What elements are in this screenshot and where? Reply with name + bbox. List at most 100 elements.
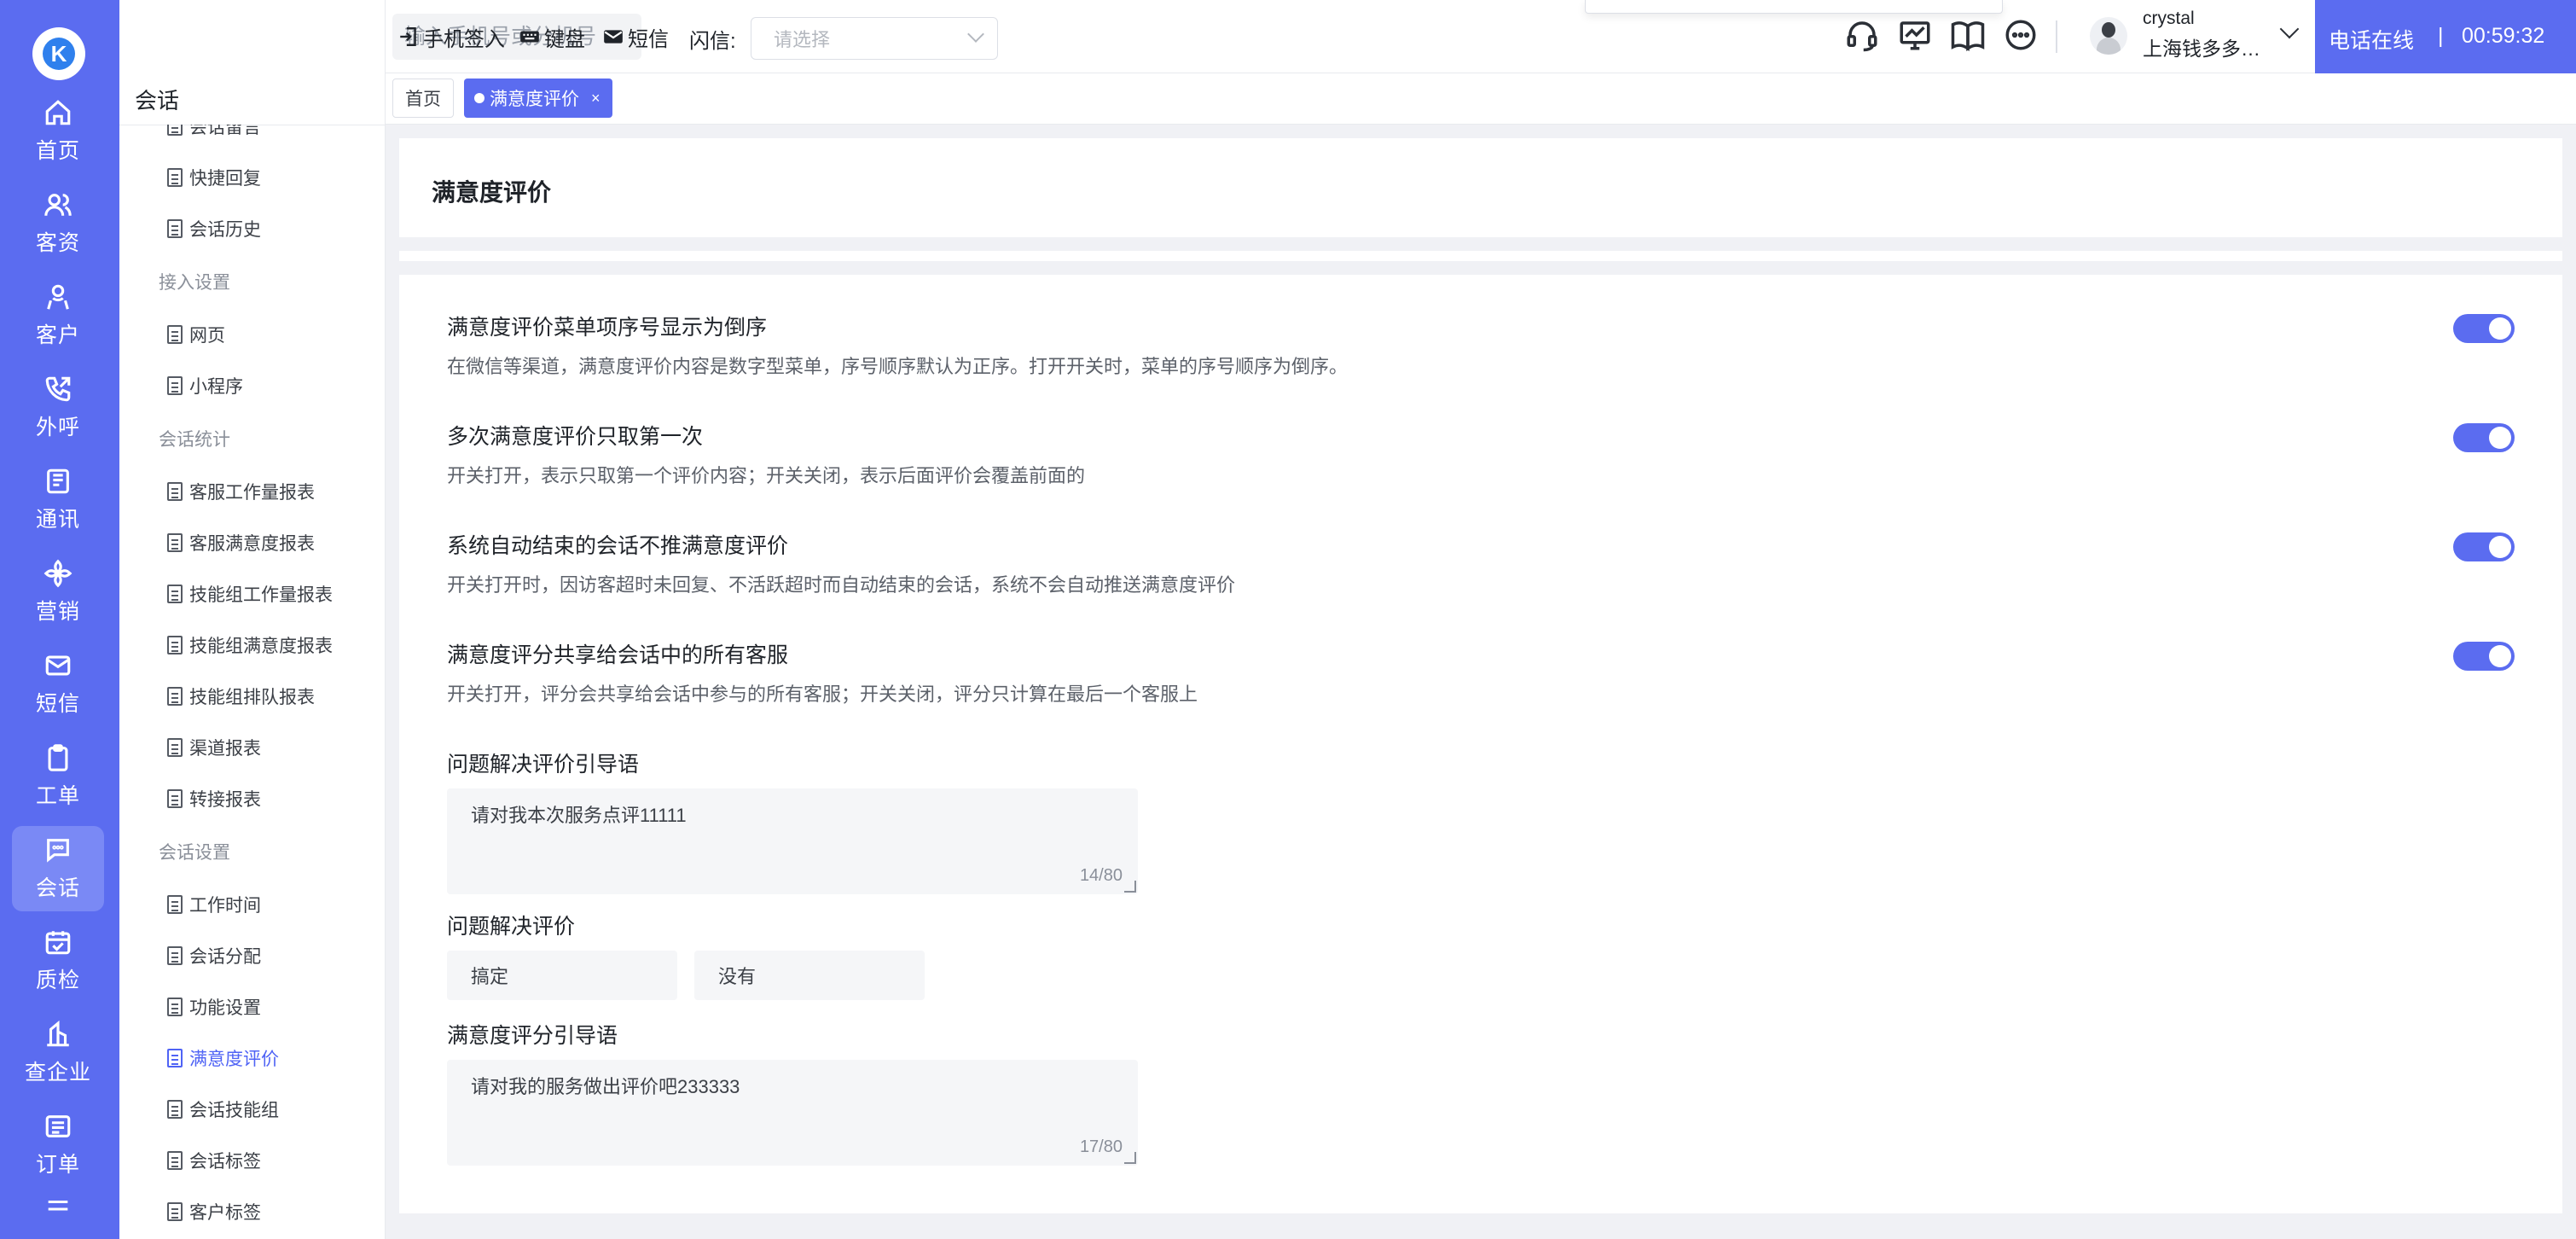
building-icon	[47, 1020, 69, 1047]
tree-item[interactable]: 技能组工作量报表	[119, 568, 385, 620]
monitor-chart-icon[interactable]	[1897, 17, 1933, 53]
rail-item-contacts[interactable]: 通讯	[12, 457, 104, 543]
tree-item-label: 客服工作量报表	[189, 483, 315, 503]
document-icon	[167, 946, 183, 965]
rail-item-label: 工单	[35, 784, 80, 808]
document-icon	[167, 125, 183, 136]
chat-bubble-icon[interactable]	[2003, 17, 2039, 53]
rail-item-label: 查企业	[24, 1061, 91, 1085]
tree-item[interactable]: 技能组排队报表	[119, 671, 385, 722]
phone-checkin-button[interactable]: 手机签入	[397, 20, 505, 53]
tree-item[interactable]: 功能设置	[119, 981, 385, 1032]
tree-item-satisfaction[interactable]: 满意度评价	[119, 1032, 385, 1084]
tab-home[interactable]: 首页	[392, 79, 454, 118]
call-status-toggle[interactable]: 电话在线	[2329, 24, 2414, 55]
contacts-icon	[47, 468, 69, 494]
tree-item[interactable]: 网页	[119, 309, 385, 360]
tree-item[interactable]: 转接报表	[119, 773, 385, 824]
document-icon	[167, 687, 183, 706]
tree-item[interactable]: 渠道报表	[119, 722, 385, 773]
resolve-option-no[interactable]: 没有	[694, 951, 925, 1000]
resize-handle-icon[interactable]	[1124, 1152, 1136, 1164]
list-icon	[45, 1115, 71, 1137]
tree-item-label: 技能组排队报表	[189, 688, 315, 707]
tree-item-label: 满意度评价	[189, 1050, 279, 1069]
tab-satisfaction[interactable]: 满意度评价 ×	[464, 79, 612, 118]
rail-item-outbound[interactable]: 外呼	[12, 365, 104, 451]
dropdown-popover	[1585, 0, 2003, 14]
tree-item[interactable]: 客服满意度报表	[119, 517, 385, 568]
reverse-order-toggle[interactable]	[2453, 314, 2515, 343]
tree-item[interactable]: 快捷回复	[119, 152, 385, 203]
document-icon	[167, 219, 183, 238]
tree-item[interactable]: 会话标签	[119, 1135, 385, 1186]
rail-item-label: 首页	[35, 139, 80, 163]
document-icon	[167, 895, 183, 914]
rail-item-home[interactable]: 首页	[12, 89, 104, 174]
chevron-down-icon	[967, 26, 984, 43]
tree-item[interactable]: 会话分配	[119, 930, 385, 981]
book-icon[interactable]	[1950, 17, 1986, 53]
resize-handle-icon[interactable]	[1124, 881, 1136, 893]
tree-item[interactable]: 客服工作量报表	[119, 466, 385, 517]
resolve-prompt-textarea[interactable]: 请对我本次服务点评11111	[447, 788, 1138, 894]
close-icon[interactable]: ×	[591, 90, 600, 108]
settings-card: 满意度评价菜单项序号显示为倒序 在微信等渠道，满意度评价内容是数字型菜单，序号顺…	[399, 275, 2562, 1213]
chevron-down-icon[interactable]	[2279, 19, 2300, 39]
toggle-knob	[2489, 427, 2511, 449]
rail-item-customers[interactable]: 客户	[12, 273, 104, 358]
tree-item[interactable]: 客户标签	[119, 1186, 385, 1237]
auto-end-no-push-toggle[interactable]	[2453, 532, 2515, 561]
sms-button[interactable]: 短信	[602, 20, 669, 53]
rail-item-orders[interactable]: 订单	[12, 1102, 104, 1188]
headset-icon[interactable]	[1844, 17, 1880, 53]
more-icon	[48, 1200, 68, 1211]
tree-item[interactable]: 工作时间	[119, 879, 385, 930]
tree-item-label: 会话分配	[189, 947, 261, 967]
tree-item[interactable]: 会话留言	[119, 125, 385, 152]
rail-item-qa[interactable]: 质检	[12, 918, 104, 1003]
rail-item-marketing[interactable]: 营销	[12, 550, 104, 635]
tree-item-label: 会话留言	[189, 125, 261, 137]
avatar-body	[2097, 38, 2121, 55]
flash-select[interactable]: 请选择	[751, 17, 998, 60]
home-icon	[45, 100, 71, 125]
tree-item-label: 会话标签	[189, 1152, 261, 1172]
avatar[interactable]	[2090, 17, 2127, 55]
page-header-card: 满意度评价	[399, 138, 2562, 237]
first-rating-only-toggle[interactable]	[2453, 423, 2515, 452]
resolve-option-yes[interactable]: 搞定	[447, 951, 677, 1000]
score-prompt-label: 满意度评分引导语	[447, 1024, 618, 1048]
document-icon	[167, 585, 183, 603]
keyboard-button[interactable]: 键盘	[519, 20, 585, 53]
score-prompt-textarea[interactable]: 请对我的服务做出评价吧233333	[447, 1060, 1138, 1166]
rail-item-chat[interactable]: 会话	[12, 826, 104, 911]
phone-out-icon	[45, 376, 71, 402]
rail-item-more[interactable]	[12, 1195, 104, 1239]
tree-item-label: 技能组满意度报表	[189, 637, 333, 656]
rail-item-label: 客户	[35, 323, 80, 347]
clipboard-icon	[48, 744, 68, 771]
tree-item[interactable]: 会话技能组	[119, 1084, 385, 1135]
resolve-prompt-field: 请对我本次服务点评11111 14/80	[447, 788, 1138, 894]
rail-item-label: 通讯	[35, 508, 80, 532]
tree-item-label: 工作时间	[189, 896, 261, 916]
marketing-icon	[44, 559, 73, 588]
user-icon	[47, 284, 69, 310]
tree-item[interactable]: 会话历史	[119, 203, 385, 254]
tree-item-label: 技能组工作量报表	[189, 585, 333, 605]
app-logo[interactable]: K	[32, 27, 85, 80]
document-icon	[167, 1202, 183, 1221]
active-dot-icon	[474, 93, 484, 103]
share-score-toggle[interactable]	[2453, 642, 2515, 671]
rail-item-label: 客资	[35, 231, 80, 255]
rail-item-tickets[interactable]: 工单	[12, 734, 104, 819]
rail-item-leads[interactable]: 客资	[12, 181, 104, 266]
spacer-card	[399, 251, 2562, 261]
setting-desc: 在微信等渠道，满意度评价内容是数字型菜单，序号顺序默认为正序。打开开关时，菜单的…	[447, 356, 1349, 377]
rail-item-sms[interactable]: 短信	[12, 642, 104, 727]
rail-item-label: 会话	[35, 876, 80, 900]
tree-item[interactable]: 小程序	[119, 360, 385, 411]
tree-item[interactable]: 技能组满意度报表	[119, 620, 385, 671]
rail-item-company[interactable]: 查企业	[12, 1010, 104, 1096]
